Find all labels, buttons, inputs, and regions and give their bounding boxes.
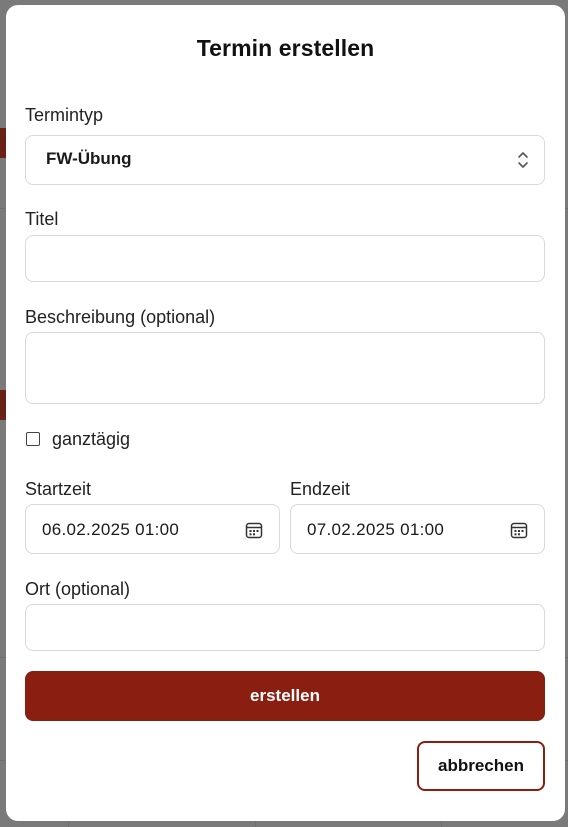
cancel-button[interactable]: abbrechen <box>417 741 545 791</box>
create-button[interactable]: erstellen <box>25 671 545 721</box>
calendar-icon[interactable] <box>245 521 263 539</box>
endzeit-value: 07.02.2025 01:00 <box>307 520 445 539</box>
startzeit-label: Startzeit <box>25 479 92 499</box>
chevron-up-down-icon <box>518 152 528 168</box>
modal-title: Termin erstellen <box>196 35 375 61</box>
beschreibung-label: Beschreibung (optional) <box>25 307 216 327</box>
startzeit-value: 06.02.2025 01:00 <box>42 520 180 539</box>
ort-input[interactable] <box>25 604 545 651</box>
termintyp-select[interactable]: FW-Übung <box>25 135 545 185</box>
beschreibung-textarea[interactable] <box>25 332 545 404</box>
termintyp-label: Termintyp <box>25 105 104 125</box>
ort-label: Ort (optional) <box>25 579 131 599</box>
ganztaegig-label[interactable]: ganztägig <box>52 429 130 450</box>
calendar-icon[interactable] <box>510 521 528 539</box>
termintyp-selected-value: FW-Übung <box>46 149 132 168</box>
titel-input[interactable] <box>25 235 545 282</box>
titel-label: Titel <box>25 209 59 229</box>
endzeit-input[interactable]: 07.02.2025 01:00 <box>290 504 545 554</box>
startzeit-input[interactable]: 06.02.2025 01:00 <box>25 504 280 554</box>
endzeit-label: Endzeit <box>290 479 351 499</box>
create-event-modal: Termin erstellen Termintyp FW-Übung Tite… <box>6 5 565 821</box>
ganztaegig-checkbox[interactable] <box>26 432 40 446</box>
